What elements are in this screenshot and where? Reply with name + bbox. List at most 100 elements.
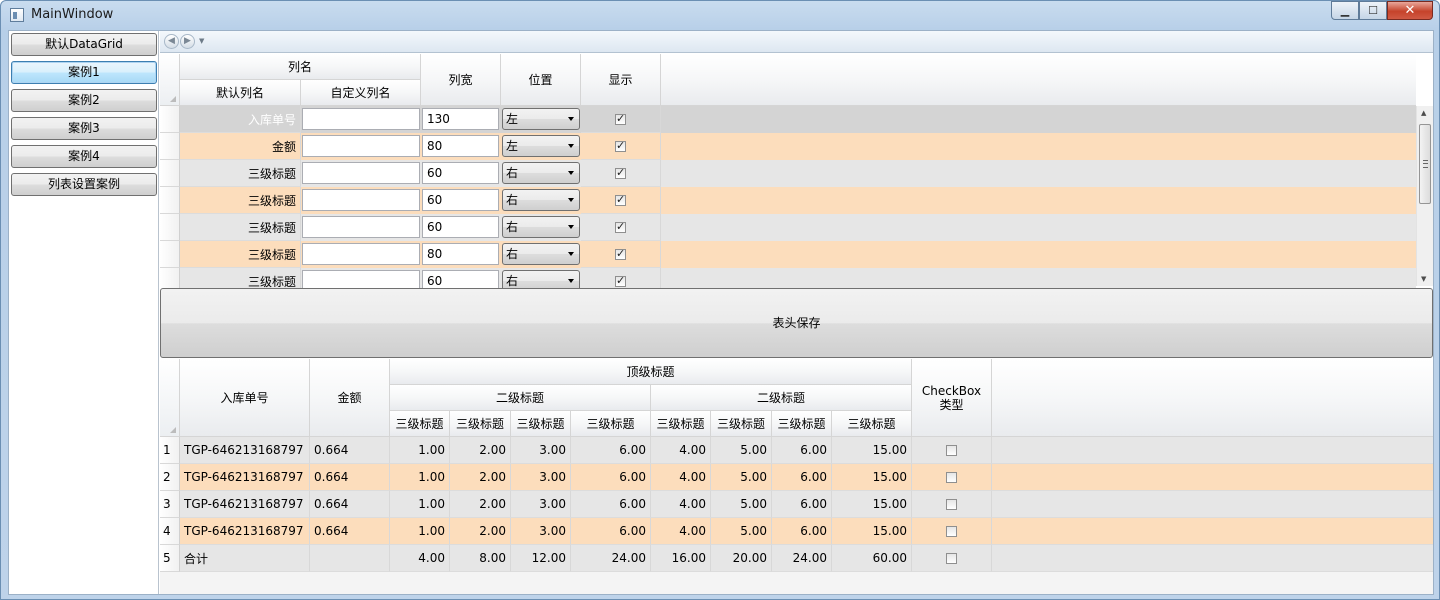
settings-row[interactable]: 入库单号 130 左 bbox=[180, 106, 1416, 133]
custom-name-input[interactable] bbox=[302, 189, 420, 211]
position-value: 右 bbox=[506, 220, 519, 234]
column-width-input[interactable]: 130 bbox=[422, 108, 499, 130]
position-combobox[interactable]: 右 bbox=[502, 162, 580, 184]
row-checkbox[interactable] bbox=[946, 552, 957, 564]
position-combobox[interactable]: 右 bbox=[502, 189, 580, 211]
third-level-header[interactable]: 三级标题 bbox=[571, 411, 651, 437]
custom-name-input[interactable] bbox=[302, 135, 420, 157]
position-combobox[interactable]: 左 bbox=[502, 108, 580, 130]
nav-case3-button[interactable]: 案例3 bbox=[11, 117, 157, 140]
nav-list-settings-button[interactable]: 列表设置案例 bbox=[11, 173, 157, 196]
title-bar[interactable]: MainWindow ▁ ☐ ✕ bbox=[1, 1, 1439, 29]
settings-row-header[interactable] bbox=[160, 160, 180, 187]
row-checkbox[interactable] bbox=[946, 471, 957, 483]
data-row[interactable]: TGP-646213168797 0.664 1.00 2.00 3.00 6.00 4.0… bbox=[180, 491, 1433, 518]
scroll-thumb[interactable] bbox=[1419, 124, 1431, 204]
third-level-header[interactable]: 三级标题 bbox=[511, 411, 571, 437]
forward-icon[interactable]: ▶ bbox=[180, 34, 195, 49]
position-combobox[interactable]: 右 bbox=[502, 270, 580, 288]
default-name-cell: 三级标题 bbox=[180, 214, 301, 241]
custom-name-input[interactable] bbox=[302, 243, 420, 265]
header-save-button[interactable]: 表头保存 bbox=[160, 288, 1433, 358]
column-width-input[interactable]: 60 bbox=[422, 216, 499, 238]
data-row-number[interactable]: 5 bbox=[160, 545, 180, 572]
scroll-up-icon[interactable]: ▲ bbox=[1421, 109, 1426, 117]
amount-header[interactable]: 金额 bbox=[310, 359, 390, 437]
position-combobox[interactable]: 右 bbox=[502, 216, 580, 238]
default-name-header[interactable]: 默认列名 bbox=[180, 80, 301, 106]
data-select-all-corner[interactable] bbox=[160, 359, 180, 437]
data-row-number[interactable]: 2 bbox=[160, 464, 180, 491]
column-width-input[interactable]: 80 bbox=[422, 135, 499, 157]
checkbox-type-header[interactable]: CheckBox类型 bbox=[912, 359, 992, 437]
visible-checkbox[interactable] bbox=[615, 220, 626, 233]
data-row[interactable]: TGP-646213168797 0.664 1.00 2.00 3.00 6.00 4.0… bbox=[180, 464, 1433, 491]
position-combobox[interactable]: 左 bbox=[502, 135, 580, 157]
visible-cell bbox=[581, 268, 661, 288]
visible-checkbox[interactable] bbox=[615, 166, 626, 179]
position-combobox[interactable]: 右 bbox=[502, 243, 580, 265]
visible-checkbox[interactable] bbox=[615, 112, 626, 125]
settings-row[interactable]: 三级标题 60 右 bbox=[180, 214, 1416, 241]
data-row[interactable]: 合计 4.00 8.00 12.00 24.00 16.00 20.00 24.00 60.00 bbox=[180, 545, 1433, 572]
maximize-button[interactable]: ☐ bbox=[1359, 1, 1387, 20]
settings-row-header[interactable] bbox=[160, 268, 180, 288]
third-level-header[interactable]: 三级标题 bbox=[832, 411, 912, 437]
settings-row[interactable]: 三级标题 60 右 bbox=[180, 160, 1416, 187]
settings-row[interactable]: 三级标题 60 右 bbox=[180, 268, 1416, 288]
visible-checkbox[interactable] bbox=[615, 193, 626, 206]
nav-default-datagrid-button[interactable]: 默认DataGrid bbox=[11, 33, 157, 56]
settings-row-header[interactable] bbox=[160, 106, 180, 133]
scroll-down-icon[interactable]: ▼ bbox=[1421, 275, 1426, 283]
nav-case1-button[interactable]: 案例1 bbox=[11, 61, 157, 84]
minimize-button[interactable]: ▁ bbox=[1331, 1, 1359, 20]
third-level-header[interactable]: 三级标题 bbox=[711, 411, 772, 437]
column-width-input[interactable]: 60 bbox=[422, 162, 499, 184]
data-row-number[interactable]: 4 bbox=[160, 518, 180, 545]
inbound-no-header[interactable]: 入库单号 bbox=[180, 359, 310, 437]
width-header[interactable]: 列宽 bbox=[421, 54, 501, 106]
settings-row-header[interactable] bbox=[160, 187, 180, 214]
position-header[interactable]: 位置 bbox=[501, 54, 581, 106]
settings-row-header[interactable] bbox=[160, 241, 180, 268]
amount-cell: 0.664 bbox=[310, 464, 390, 491]
visible-cell bbox=[581, 187, 661, 214]
amount-cell bbox=[310, 545, 390, 572]
value-cell: 15.00 bbox=[832, 518, 912, 545]
settings-vertical-scrollbar[interactable]: ▲ ▼ bbox=[1416, 106, 1433, 286]
settings-row[interactable]: 三级标题 80 右 bbox=[180, 241, 1416, 268]
visible-checkbox[interactable] bbox=[615, 247, 626, 260]
visible-checkbox[interactable] bbox=[615, 139, 626, 152]
close-button[interactable]: ✕ bbox=[1387, 1, 1433, 20]
settings-row-header[interactable] bbox=[160, 214, 180, 241]
visible-checkbox[interactable] bbox=[615, 274, 626, 287]
data-row-number[interactable]: 1 bbox=[160, 437, 180, 464]
settings-row[interactable]: 金额 80 左 bbox=[180, 133, 1416, 160]
nav-case4-button[interactable]: 案例4 bbox=[11, 145, 157, 168]
data-row[interactable]: TGP-646213168797 0.664 1.00 2.00 3.00 6.00 4.0… bbox=[180, 437, 1433, 464]
row-checkbox[interactable] bbox=[946, 525, 957, 537]
column-width-input[interactable]: 60 bbox=[422, 270, 499, 288]
row-checkbox[interactable] bbox=[946, 444, 957, 456]
third-level-header[interactable]: 三级标题 bbox=[390, 411, 450, 437]
data-row[interactable]: TGP-646213168797 0.664 1.00 2.00 3.00 6.00 4.0… bbox=[180, 518, 1433, 545]
custom-name-header[interactable]: 自定义列名 bbox=[301, 80, 421, 106]
third-level-header[interactable]: 三级标题 bbox=[651, 411, 711, 437]
history-dropdown-icon[interactable]: ▼ bbox=[199, 37, 204, 45]
custom-name-input[interactable] bbox=[302, 162, 420, 184]
visible-header[interactable]: 显示 bbox=[581, 54, 661, 106]
back-icon[interactable]: ◀ bbox=[164, 34, 179, 49]
settings-row-header[interactable] bbox=[160, 133, 180, 160]
select-all-corner[interactable] bbox=[160, 54, 180, 106]
custom-name-input[interactable] bbox=[302, 108, 420, 130]
row-checkbox[interactable] bbox=[946, 498, 957, 510]
settings-row[interactable]: 三级标题 60 右 bbox=[180, 187, 1416, 214]
data-row-number[interactable]: 3 bbox=[160, 491, 180, 518]
column-width-input[interactable]: 80 bbox=[422, 243, 499, 265]
custom-name-input[interactable] bbox=[302, 216, 420, 238]
custom-name-input[interactable] bbox=[302, 270, 420, 288]
nav-case2-button[interactable]: 案例2 bbox=[11, 89, 157, 112]
column-width-input[interactable]: 60 bbox=[422, 189, 499, 211]
third-level-header[interactable]: 三级标题 bbox=[772, 411, 832, 437]
third-level-header[interactable]: 三级标题 bbox=[450, 411, 511, 437]
